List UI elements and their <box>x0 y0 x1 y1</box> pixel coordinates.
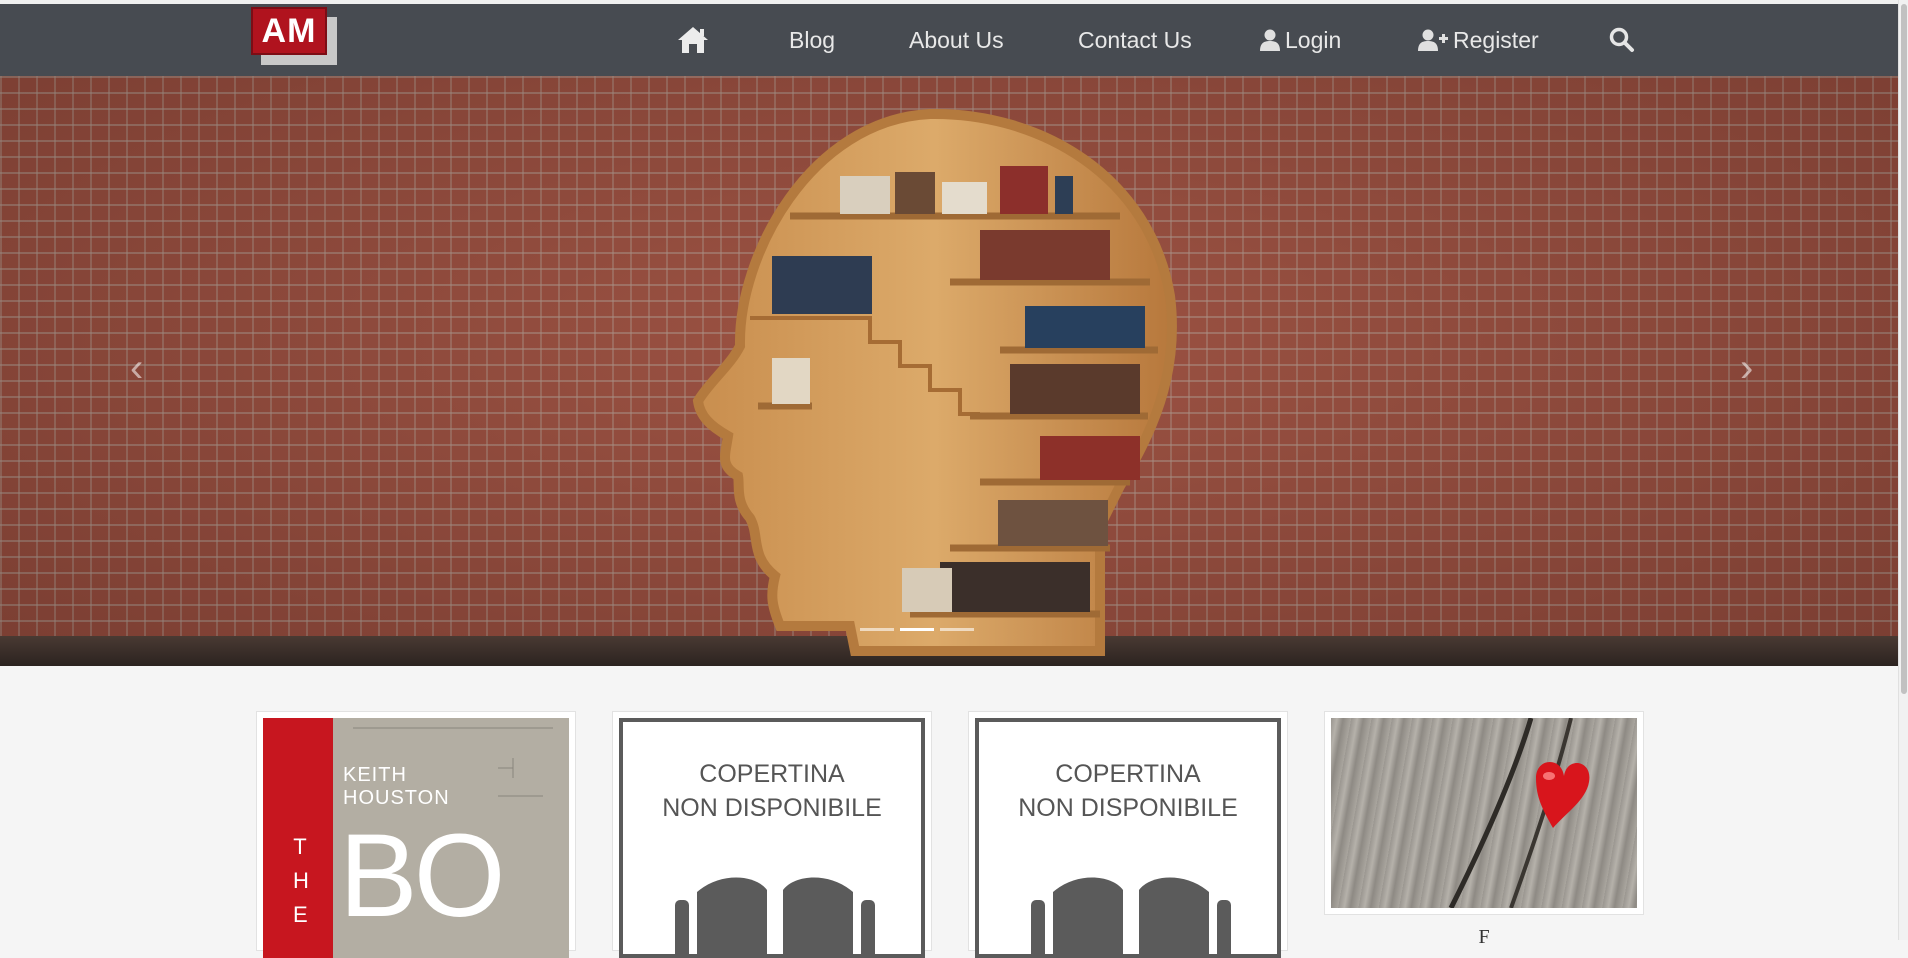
hero-carousel: ‹ › <box>0 76 1898 666</box>
site-logo[interactable]: AM <box>251 7 337 65</box>
card-4-caption: F <box>1478 926 1490 948</box>
open-book-icon <box>1031 877 1231 954</box>
book-card-1[interactable]: THE KEITH HOUSTON BO <box>256 711 576 958</box>
book-cover-image: THE KEITH HOUSTON BO <box>263 718 569 958</box>
cover-unavailable-placeholder: COPERTINA NON DISPONIBILE <box>619 718 925 958</box>
nav-about-us[interactable]: About Us <box>909 4 1004 76</box>
book-card-2[interactable]: COPERTINA NON DISPONIBILE <box>612 711 932 958</box>
user-icon <box>1260 29 1280 51</box>
nav-home[interactable] <box>676 4 710 76</box>
carousel-indicator[interactable] <box>940 628 974 631</box>
placeholder-line-1: COPERTINA <box>1055 760 1201 788</box>
open-book-icon <box>675 877 875 954</box>
book-author: KEITH HOUSTON <box>343 764 450 809</box>
nav-about-label: About Us <box>909 26 1004 53</box>
nav-blog-label: Blog <box>789 26 836 53</box>
nav-search[interactable] <box>1609 4 1635 76</box>
carousel-prev-arrow[interactable]: ‹ <box>130 346 143 391</box>
placeholder-line-1: COPERTINA <box>699 760 845 788</box>
head-bookshelf-image <box>692 108 1177 656</box>
home-icon <box>678 27 708 53</box>
nav-blog[interactable]: Blog <box>789 4 835 76</box>
scrollbar-thumb[interactable] <box>1901 4 1907 694</box>
book-card-4[interactable] <box>1324 711 1644 915</box>
carousel-indicators <box>860 628 974 631</box>
nav-contact-label: Contact Us <box>1078 26 1192 53</box>
search-icon <box>1609 27 1634 52</box>
nav-login[interactable]: Login <box>1260 4 1341 76</box>
book-card-3[interactable]: COPERTINA NON DISPONIBILE <box>968 711 1288 958</box>
nav-login-label: Login <box>1285 26 1342 53</box>
carousel-indicator-active[interactable] <box>900 628 934 631</box>
book-title-fragment: BO <box>339 810 505 942</box>
placeholder-line-2: NON DISPONIBILE <box>662 794 882 822</box>
nav-register-label: Register <box>1453 26 1539 53</box>
heart-photo <box>1448 718 1590 908</box>
cover-unavailable-placeholder: COPERTINA NON DISPONIBILE <box>975 718 1281 958</box>
user-plus-icon <box>1418 29 1448 51</box>
page-scrollbar[interactable] <box>1898 0 1908 940</box>
nav-register[interactable]: Register <box>1418 4 1539 76</box>
nav-contact-us[interactable]: Contact Us <box>1078 4 1192 76</box>
carousel-indicator[interactable] <box>860 628 894 631</box>
logo-text: AM <box>251 7 327 55</box>
carousel-next-arrow[interactable]: › <box>1740 346 1753 391</box>
heart-wood-image <box>1331 718 1637 908</box>
placeholder-line-2: NON DISPONIBILE <box>1018 794 1238 822</box>
